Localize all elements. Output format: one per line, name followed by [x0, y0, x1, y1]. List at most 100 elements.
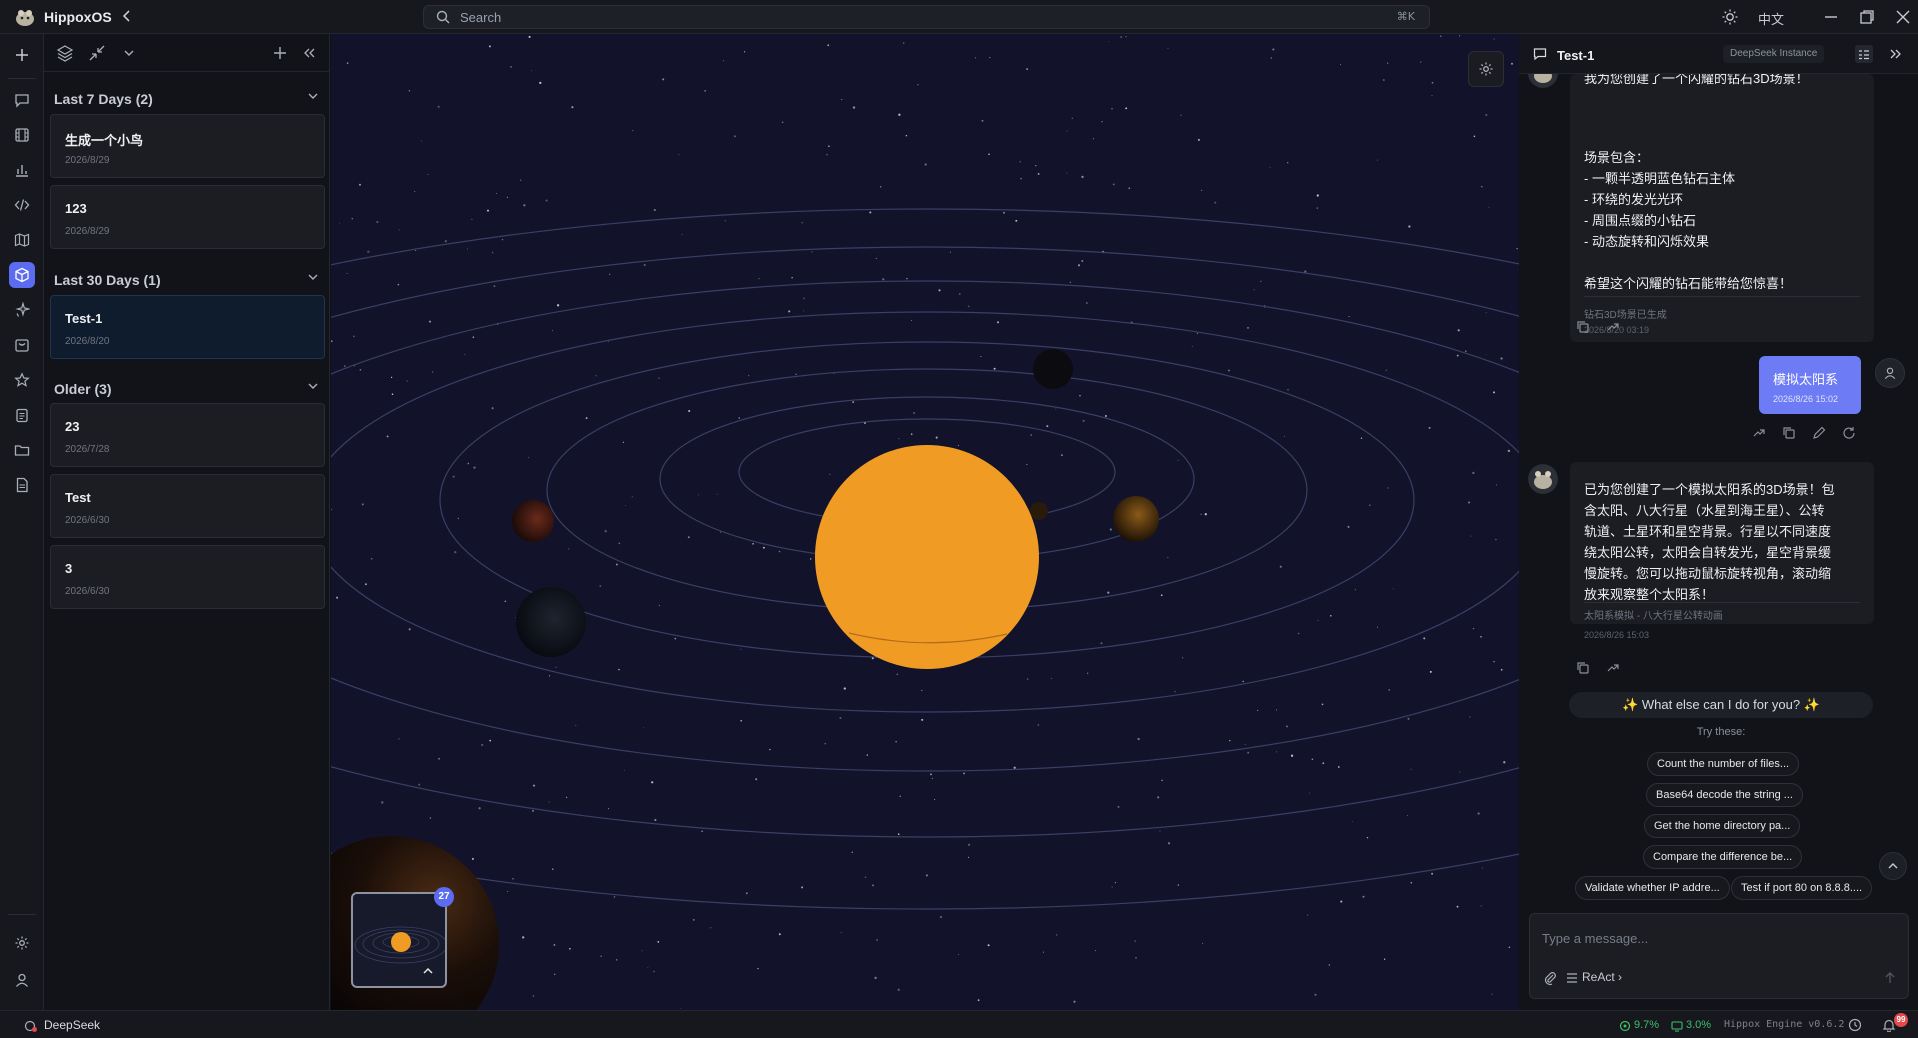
rail-code-button[interactable]: [9, 192, 35, 218]
chevron-down-icon[interactable]: [306, 270, 320, 284]
star: [1055, 408, 1057, 410]
message-line: 希望这个闪耀的钻石能带给您惊喜！: [1584, 276, 1793, 291]
regenerate-icon[interactable]: [1605, 660, 1621, 676]
close-icon[interactable]: [1894, 8, 1912, 26]
solar-system-viewport[interactable]: 27: [331, 34, 1519, 1010]
collapse-all-icon[interactable]: [88, 44, 106, 62]
suggestion-chip[interactable]: Test if port 80 on 8.8.8....: [1731, 876, 1873, 900]
scene-canvas[interactable]: [331, 34, 1519, 1010]
star: [599, 585, 602, 587]
double-chevron-left-icon[interactable]: [300, 44, 318, 62]
star: [1328, 964, 1331, 966]
scroll-to-top-button[interactable]: [1879, 852, 1907, 880]
star: [1387, 487, 1389, 489]
session-item[interactable]: 生成一个小鸟 2026/8/29: [50, 114, 325, 178]
rail-3d-button[interactable]: [9, 262, 35, 288]
copy-icon[interactable]: [1575, 660, 1591, 676]
star: [738, 417, 741, 419]
star: [755, 778, 758, 781]
star: [1094, 950, 1096, 952]
star: [1242, 680, 1244, 683]
rail-film-button[interactable]: [9, 122, 35, 148]
clock-icon[interactable]: [1848, 1018, 1862, 1032]
star: [1307, 914, 1309, 916]
scene-settings-button[interactable]: [1468, 51, 1504, 87]
star: [1013, 766, 1016, 769]
star: [1516, 247, 1518, 250]
restore-icon[interactable]: [1858, 8, 1876, 26]
model-name[interactable]: DeepSeek: [44, 1018, 100, 1032]
edit-icon[interactable]: [1811, 425, 1827, 441]
inbox-icon: [15, 339, 29, 352]
chevron-down-icon[interactable]: [120, 44, 138, 62]
star: [1510, 62, 1514, 65]
rail-user-button[interactable]: [9, 967, 35, 993]
star: [899, 795, 901, 797]
star: [1410, 768, 1412, 770]
star: [1257, 709, 1259, 711]
star: [415, 249, 417, 252]
layers-icon[interactable]: [56, 44, 74, 62]
chevron-left-icon[interactable]: [118, 6, 136, 26]
user-icon: [1884, 367, 1896, 380]
rail-tasks-button[interactable]: [9, 402, 35, 428]
copy-icon[interactable]: [1781, 425, 1797, 441]
star: [1431, 95, 1433, 96]
star: [343, 365, 346, 368]
chevron-down-icon[interactable]: [306, 379, 320, 393]
session-item[interactable]: 123 2026/8/29: [50, 185, 325, 249]
code-icon: [14, 199, 30, 211]
star: [1304, 270, 1307, 273]
new-item-button[interactable]: [9, 42, 35, 68]
task-list-icon[interactable]: [1854, 44, 1874, 64]
suggestion-chip[interactable]: Get the home directory pa...: [1644, 814, 1801, 838]
suggestion-chip[interactable]: Validate whether IP addre...: [1575, 876, 1730, 900]
message-line: 绕太阳公转，太阳会自转发光，星空背景缓: [1584, 545, 1832, 560]
rail-agents-button[interactable]: [9, 297, 35, 323]
session-item[interactable]: 23 2026/7/28: [50, 403, 325, 467]
rail-docs-button[interactable]: [9, 472, 35, 498]
star: [674, 637, 677, 640]
suggestion-chip[interactable]: Base64 decode the string ...: [1646, 783, 1803, 807]
language-toggle[interactable]: 中文: [1758, 9, 1784, 28]
star: [1388, 689, 1390, 691]
rail-inbox-button[interactable]: [9, 332, 35, 358]
rail-map-button[interactable]: [9, 227, 35, 253]
plus-icon[interactable]: [271, 44, 289, 62]
regenerate-icon[interactable]: [1751, 425, 1767, 441]
minimize-icon[interactable]: [1822, 8, 1840, 26]
copy-icon[interactable]: [1575, 319, 1591, 335]
star: [390, 376, 393, 379]
search-input[interactable]: Search ⌘K: [423, 5, 1430, 29]
rail-chat-button[interactable]: [9, 87, 35, 113]
paperclip-icon[interactable]: [1542, 970, 1558, 986]
star: [632, 130, 634, 132]
model-instance-badge[interactable]: DeepSeek Instance: [1723, 45, 1825, 63]
star: [1077, 264, 1081, 267]
rail-settings-button[interactable]: [9, 930, 35, 956]
suggestion-chip[interactable]: Count the number of files...: [1647, 752, 1800, 776]
star: [1339, 63, 1341, 65]
message-line: 轨道、土星环和星空背景。行星以不同速度: [1584, 524, 1832, 539]
send-arrow-icon[interactable]: [1882, 970, 1898, 986]
regenerate-icon[interactable]: [1605, 319, 1621, 335]
rail-files-button[interactable]: [9, 437, 35, 463]
star: [740, 648, 742, 650]
session-item[interactable]: Test 2026/6/30: [50, 474, 325, 538]
sun-icon[interactable]: [1721, 8, 1739, 26]
agent-mode-selector[interactable]: ReAct ›: [1582, 970, 1622, 984]
star: [651, 781, 654, 784]
message-input[interactable]: [1542, 926, 1892, 950]
double-chevron-right-icon[interactable]: [1887, 46, 1903, 62]
refresh-icon[interactable]: [1841, 425, 1857, 441]
rail-favorites-button[interactable]: [9, 367, 35, 393]
session-item[interactable]: 3 2026/6/30: [50, 545, 325, 609]
star: [1120, 36, 1122, 38]
rail-chart-button[interactable]: [9, 157, 35, 183]
chevron-down-icon[interactable]: [306, 89, 320, 103]
star: [1321, 703, 1324, 706]
session-item-active[interactable]: Test-1 2026/8/20: [50, 295, 325, 359]
suggestion-chip[interactable]: Compare the difference be...: [1643, 845, 1803, 869]
chevron-up-icon[interactable]: [419, 962, 437, 980]
star: [1030, 434, 1032, 436]
